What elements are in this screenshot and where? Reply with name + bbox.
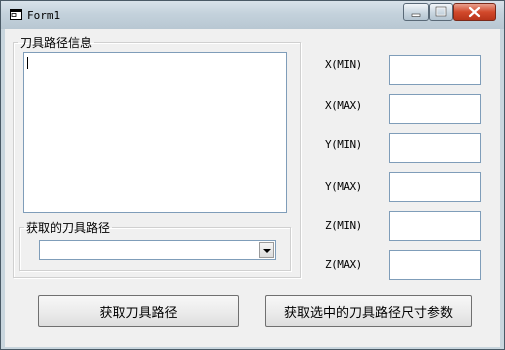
z-min-label: Z(MIN): [325, 219, 362, 232]
z-max-label: Z(MAX): [325, 258, 362, 271]
dropdown-button[interactable]: [259, 242, 274, 258]
selected-path-legend: 获取的刀具路径: [26, 221, 111, 235]
y-min-field[interactable]: [389, 133, 481, 163]
selected-path-combobox[interactable]: [39, 240, 276, 260]
x-min-field[interactable]: [389, 55, 481, 85]
z-max-field[interactable]: [389, 250, 481, 280]
get-path-button[interactable]: 获取刀具路径: [38, 295, 239, 327]
maximize-icon: [435, 6, 447, 17]
x-max-field[interactable]: [389, 94, 481, 124]
y-min-label: Y(MIN): [325, 138, 362, 151]
form-client-area: 刀具路径信息 获取的刀具路径 X(MIN) X(MAX) Y(MIN) Y(MA…: [5, 29, 500, 347]
x-min-label: X(MIN): [325, 58, 362, 71]
y-max-field[interactable]: [389, 172, 481, 202]
get-selected-dimensions-button[interactable]: 获取选中的刀具路径尺寸参数: [265, 295, 472, 327]
minimize-button[interactable]: [403, 3, 429, 21]
x-max-label: X(MAX): [325, 99, 362, 112]
path-info-textbox[interactable]: [23, 52, 287, 213]
y-max-label: Y(MAX): [325, 180, 362, 193]
form-window: Form1 刀具路径信息 获取的刀具路径 X(MIN) X(MAX) Y(MIN…: [0, 0, 505, 350]
maximize-button[interactable]: [429, 3, 453, 21]
text-cursor: [27, 57, 28, 69]
minimize-icon: [411, 13, 421, 17]
z-min-field[interactable]: [389, 211, 481, 241]
close-button[interactable]: [453, 3, 496, 21]
title-bar[interactable]: Form1: [1, 1, 504, 29]
form-app-icon: [10, 9, 22, 20]
path-info-legend: 刀具路径信息: [20, 36, 93, 50]
window-title: Form1: [27, 9, 61, 22]
close-icon: [468, 6, 481, 18]
